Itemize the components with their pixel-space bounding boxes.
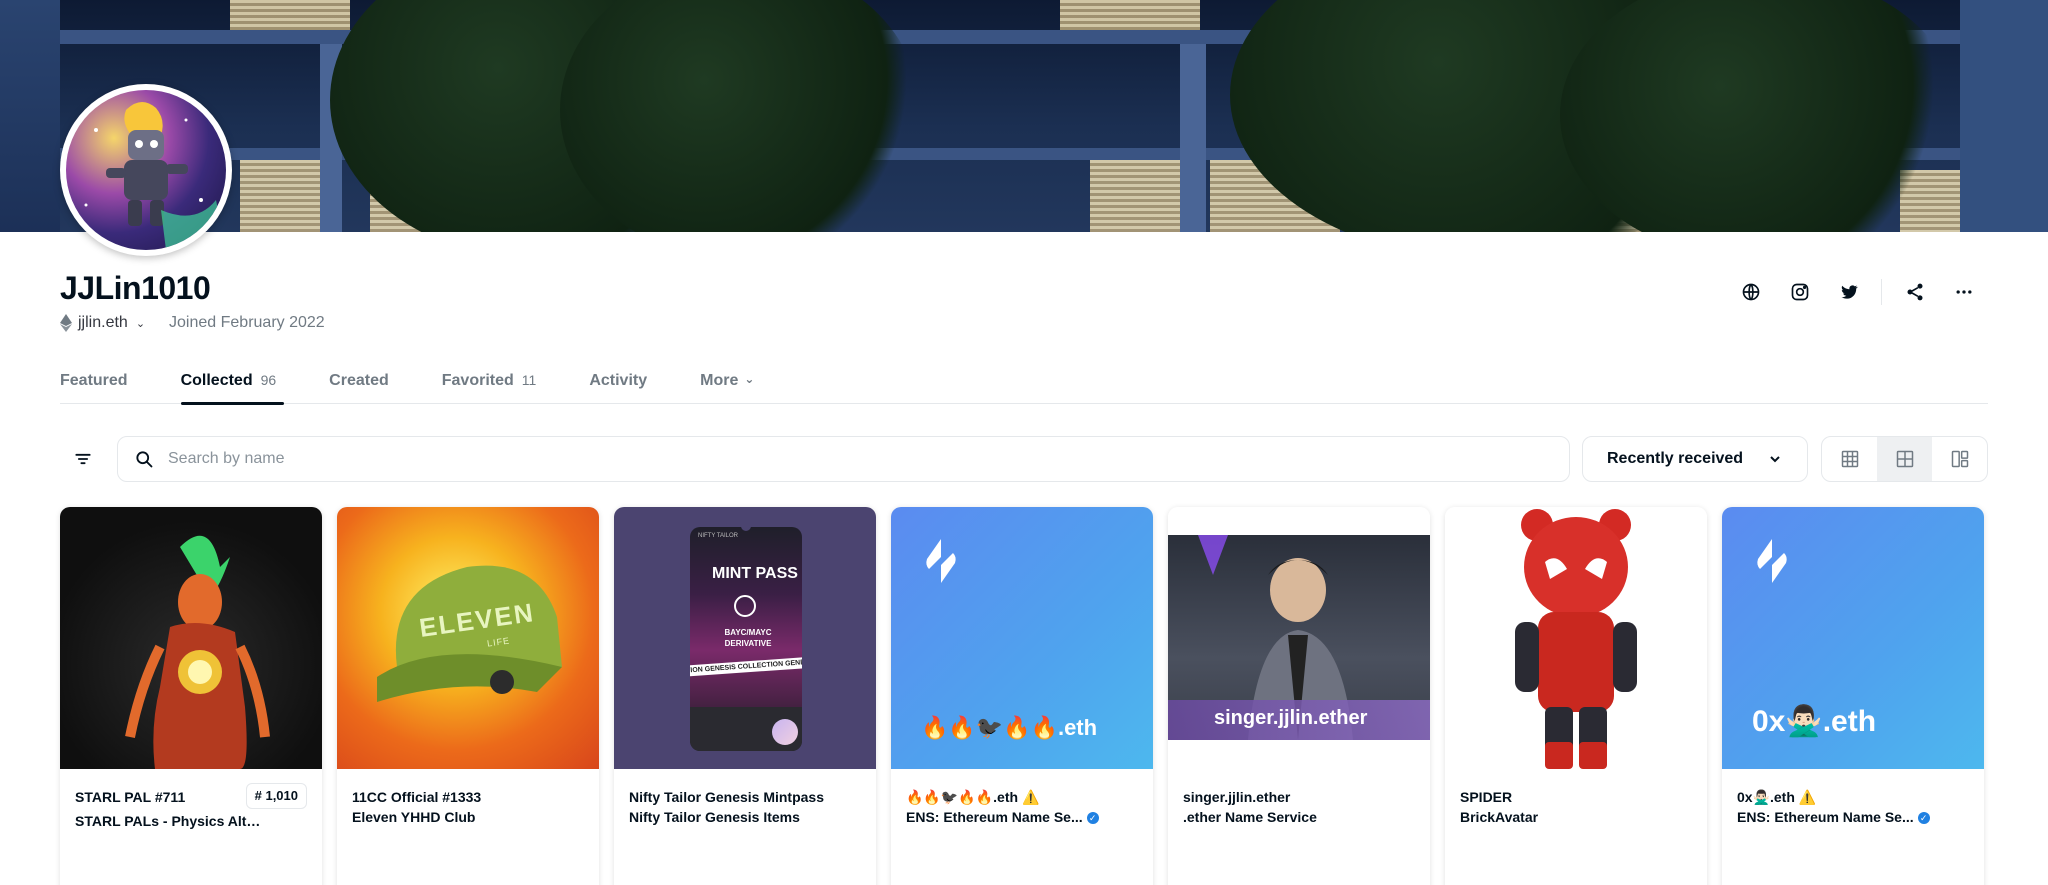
nft-collection: .ether Name Service (1183, 809, 1317, 825)
ethereum-icon (60, 314, 72, 332)
profile-meta: jjlin.eth ⌄ Joined February 2022 (60, 314, 325, 332)
tab-count: 96 (260, 372, 277, 388)
nft-image: singer.jjlin.ether (1168, 507, 1430, 769)
rarity-rank-badge: # 1,010 (245, 783, 307, 809)
tab-favorited[interactable]: Favorited 11 (442, 366, 537, 404)
nft-info: SPIDER BrickAvatar (1445, 769, 1707, 827)
nft-info: STARL PAL #711 STARL PALs - Physics Alte… (60, 769, 322, 831)
nft-collection: STARL PALs - Physics Alteri... (75, 813, 265, 829)
nft-image: NIFTY TAILOR MINT PASS BAYC/MAYC DERIVAT… (614, 507, 876, 769)
nft-name: 🔥🔥🐦‍⬛🔥🔥.eth ⚠️ (906, 789, 1040, 805)
view-masonry-button[interactable] (1932, 437, 1987, 481)
nft-info: singer.jjlin.ether .ether Name Service (1168, 769, 1430, 827)
mint-pass-strip: TION GENESIS COLLECTION GENESIS (690, 656, 802, 677)
mint-pass-card: NIFTY TAILOR MINT PASS BAYC/MAYC DERIVAT… (690, 527, 802, 751)
chevron-down-icon (1770, 456, 1780, 463)
nft-image (60, 507, 322, 769)
nft-image: 🔥🔥🐦‍⬛🔥🔥.eth (891, 507, 1153, 769)
nft-collection: ENS: Ethereum Name Se... ✓ (1737, 807, 1969, 827)
grid-small-icon (1841, 450, 1858, 468)
avatar-image (66, 90, 226, 250)
mint-pass-title: MINT PASS (712, 565, 798, 582)
nft-image: ELEVEN LIFE (337, 507, 599, 769)
nft-grid: STARL PAL #711 STARL PALs - Physics Alte… (60, 507, 1984, 885)
ellipsis-icon (1956, 290, 1971, 294)
nft-name: SPIDER (1460, 789, 1513, 805)
chevron-down-icon: ⌄ (744, 372, 755, 386)
twitter-button[interactable] (1824, 278, 1873, 306)
nft-card[interactable]: 🔥🔥🐦‍⬛🔥🔥.eth 🔥🔥🐦‍⬛🔥🔥.eth ⚠️ ENS: Ethereum… (891, 507, 1153, 885)
mint-pass-subtitle: BAYC/MAYC DERIVATIVE (724, 628, 772, 648)
actions-divider (1881, 279, 1882, 305)
mint-pass-brand: NIFTY TAILOR (698, 533, 739, 539)
profile-username: JJLin1010 (60, 270, 211, 306)
nft-card[interactable]: NIFTY TAILOR MINT PASS BAYC/MAYC DERIVAT… (614, 507, 876, 885)
share-icon (1907, 283, 1922, 301)
profile-tabs: Featured Collected 96 Created Favorited 11… (60, 366, 1988, 405)
nft-collection: Nifty Tailor Genesis Items (629, 809, 800, 825)
nft-card[interactable]: singer.jjlin.ether singer.jjlin.ether .e… (1168, 507, 1430, 885)
ens-logo-icon (1757, 539, 1787, 583)
nft-name: 0x🙅🏻‍♂️.eth ⚠️ (1737, 789, 1817, 805)
ens-domain-label: 🔥🔥🐦‍⬛🔥🔥.eth (921, 715, 1098, 740)
nft-card[interactable]: ELEVEN LIFE 11CC Official #1333 Eleven Y… (337, 507, 599, 885)
search-icon (136, 451, 153, 468)
nft-name: singer.jjlin.ether (1183, 789, 1291, 805)
tab-created[interactable]: Created (329, 366, 389, 404)
tab-count: 11 (521, 372, 537, 388)
tab-activity[interactable]: Activity (589, 366, 647, 404)
more-options-button[interactable] (1939, 278, 1988, 306)
filter-button[interactable] (60, 436, 106, 482)
verified-badge-icon: ✓ (1917, 812, 1930, 825)
instagram-button[interactable] (1775, 278, 1824, 306)
globe-icon (1742, 283, 1759, 301)
masonry-icon (1951, 450, 1968, 468)
search-input[interactable] (168, 450, 1468, 468)
profile-actions (1726, 278, 1988, 306)
chevron-down-icon[interactable]: ⌄ (136, 317, 145, 330)
ens-domain-label: 0x🙅🏻‍♂️.eth (1752, 705, 1877, 738)
ens-logo-icon (926, 539, 956, 583)
nft-collection: ENS: Ethereum Name Se... ✓ (906, 807, 1138, 827)
grid-large-icon (1896, 450, 1913, 468)
nft-image: 0x🙅🏻‍♂️.eth (1722, 507, 1984, 769)
avatar[interactable] (60, 84, 232, 256)
tab-more[interactable]: More ⌄ (700, 366, 754, 404)
sort-dropdown[interactable]: Recently received (1582, 436, 1808, 482)
nft-card[interactable]: 0x🙅🏻‍♂️.eth 0x🙅🏻‍♂️.eth ⚠️ ENS: Ethereum… (1722, 507, 1984, 885)
filter-icon (75, 453, 91, 465)
profile-banner (0, 0, 2048, 232)
instagram-icon (1791, 283, 1808, 301)
nft-image (1445, 507, 1707, 769)
search-bar[interactable] (117, 436, 1570, 482)
ether-domain-label: singer.jjlin.ether (1214, 707, 1368, 729)
tab-featured[interactable]: Featured (60, 366, 128, 404)
nft-collection: BrickAvatar (1460, 809, 1539, 825)
nft-info: 🔥🔥🐦‍⬛🔥🔥.eth ⚠️ ENS: Ethereum Name Se... ✓ (891, 769, 1153, 827)
nft-name: Nifty Tailor Genesis Mintpass (629, 789, 825, 805)
ens-address[interactable]: jjlin.eth (78, 314, 128, 332)
sort-label: Recently received (1607, 450, 1744, 467)
view-small-grid-button[interactable] (1822, 437, 1877, 481)
nft-info: 11CC Official #1333 Eleven YHHD Club (337, 769, 599, 827)
twitter-icon (1841, 285, 1858, 299)
nft-info: Nifty Tailor Genesis Mintpass Nifty Tail… (614, 769, 876, 827)
nft-collection: Eleven YHHD Club (352, 809, 476, 825)
joined-date: Joined February 2022 (169, 314, 325, 331)
website-button[interactable] (1726, 278, 1775, 306)
nft-card[interactable]: STARL PAL #711 STARL PALs - Physics Alte… (60, 507, 322, 885)
tab-collected[interactable]: Collected 96 (180, 366, 284, 405)
nft-name: 11CC Official #1333 (352, 789, 482, 805)
nft-info: 0x🙅🏻‍♂️.eth ⚠️ ENS: Ethereum Name Se... ✓ (1722, 769, 1984, 827)
view-toggle-group (1821, 436, 1988, 482)
verified-badge-icon: ✓ (1086, 812, 1099, 825)
view-large-grid-button[interactable] (1877, 437, 1932, 481)
nft-card[interactable]: SPIDER BrickAvatar (1445, 507, 1707, 885)
share-button[interactable] (1890, 278, 1939, 306)
